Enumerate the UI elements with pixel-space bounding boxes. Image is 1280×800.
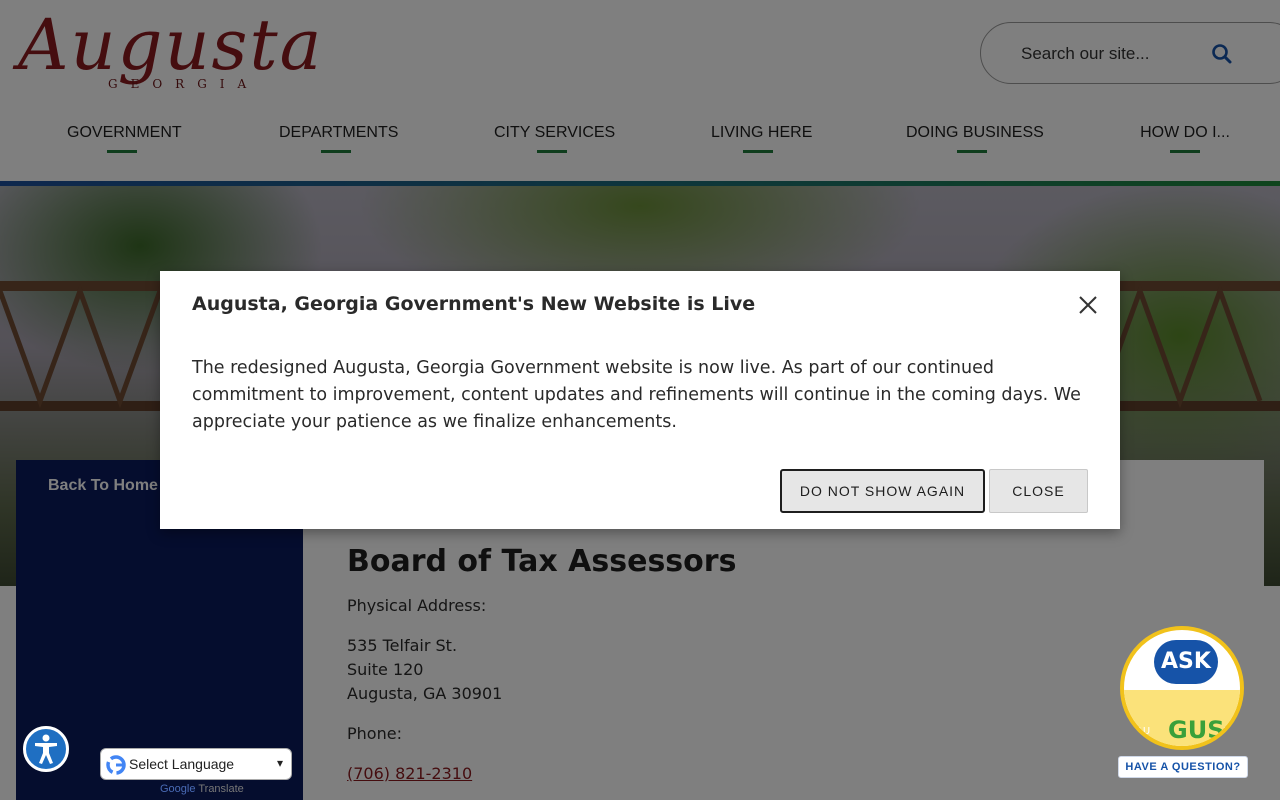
gus-au-text: AU: [1136, 726, 1151, 737]
announcement-modal: Augusta, Georgia Government's New Websit…: [160, 271, 1120, 529]
close-button[interactable]: CLOSE: [989, 469, 1088, 513]
accessibility-button[interactable]: [23, 726, 69, 772]
google-text: Google: [160, 783, 196, 795]
modal-body-text: The redesigned Augusta, Georgia Governme…: [192, 358, 1081, 432]
ask-gus-chat-widget[interactable]: ASK AU GUS TA HAVE A QUESTION?: [1118, 624, 1248, 780]
do-not-show-again-button[interactable]: DO NOT SHOW AGAIN: [780, 469, 985, 513]
language-select[interactable]: Select Language ▾: [100, 748, 292, 780]
google-g-icon: [106, 755, 126, 775]
close-icon[interactable]: [1076, 293, 1100, 317]
accessibility-icon: [35, 734, 57, 764]
ask-gus-logo: ASK AU GUS TA: [1120, 626, 1244, 750]
language-select-label: Select Language: [129, 756, 235, 772]
modal-title: Augusta, Georgia Government's New Websit…: [192, 293, 756, 315]
gus-ta-text: TA: [1224, 726, 1237, 737]
have-a-question-banner: HAVE A QUESTION?: [1118, 756, 1248, 778]
chevron-down-icon: ▾: [277, 756, 284, 770]
gus-name-text: GUS: [1168, 716, 1225, 744]
translate-text: Translate: [198, 783, 244, 795]
powered-by-google-translate: Google Translate: [160, 783, 244, 795]
ask-bubble: ASK: [1154, 640, 1218, 684]
